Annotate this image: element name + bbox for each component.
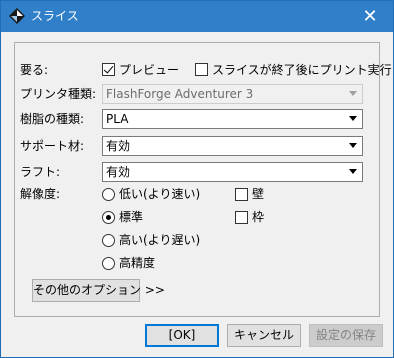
material-label: 樹脂の種類: [20,112,85,126]
wall-checkbox[interactable] [235,188,248,201]
resolution-standard-label[interactable]: 標準 [119,209,143,225]
resolution-high-radio[interactable] [102,234,115,247]
flashprint-app-icon [9,8,25,24]
print-after-slice-label[interactable]: スライスが終了後にプリント実行 [212,62,392,78]
preview-label[interactable]: プレビュー [119,62,179,78]
title-bar[interactable]: スライス ✕ [1,1,393,32]
resolution-low-label[interactable]: 低い(より速い) [119,186,200,202]
material-select[interactable]: PLA [102,109,363,129]
chevron-down-icon [349,143,357,148]
raft-select[interactable]: 有効 [102,162,363,182]
close-button[interactable]: ✕ [347,1,393,32]
fill-label[interactable]: 枠 [252,209,264,225]
resolution-hyper-radio[interactable] [102,257,115,270]
printer-type-select[interactable]: FlashForge Adventurer 3 [102,84,363,104]
slice-dialog: スライス ✕ 要る: プレビュー スライスが終了後にプリント実行 プリンタ種類:… [0,0,394,358]
resolution-high-label[interactable]: 高い(より遅い) [119,232,200,248]
support-select[interactable]: 有効 [102,136,363,156]
resolution-standard-radio[interactable] [102,211,115,224]
support-value: 有効 [106,139,131,153]
window-title: スライス [31,9,79,23]
resolution-low-radio[interactable] [102,188,115,201]
ok-button[interactable]: [OK] [145,324,219,347]
chevron-down-icon [349,91,357,96]
save-settings-button[interactable]: 設定の保存 [309,324,383,347]
resolution-hyper-label[interactable]: 高精度 [119,255,155,271]
material-value: PLA [106,112,129,126]
wall-label[interactable]: 壁 [252,186,264,202]
raft-value: 有効 [106,165,131,179]
more-options-button[interactable]: その他のオプション >> [32,279,165,302]
printer-type-value: FlashForge Adventurer 3 [106,87,254,101]
print-after-slice-checkbox[interactable] [195,63,208,76]
fill-checkbox[interactable] [235,211,248,224]
support-label: サポート材: [20,139,85,153]
close-icon: ✕ [362,6,378,27]
resolution-label: 解像度: [20,187,61,201]
printer-type-label: プリンタ種類: [20,87,97,101]
raft-label: ラフト: [20,165,61,179]
chevron-down-icon [349,116,357,121]
chevron-down-icon [349,169,357,174]
preview-checkbox[interactable] [102,63,115,76]
required-label: 要る: [20,63,49,77]
cancel-button[interactable]: キャンセル [227,324,301,347]
